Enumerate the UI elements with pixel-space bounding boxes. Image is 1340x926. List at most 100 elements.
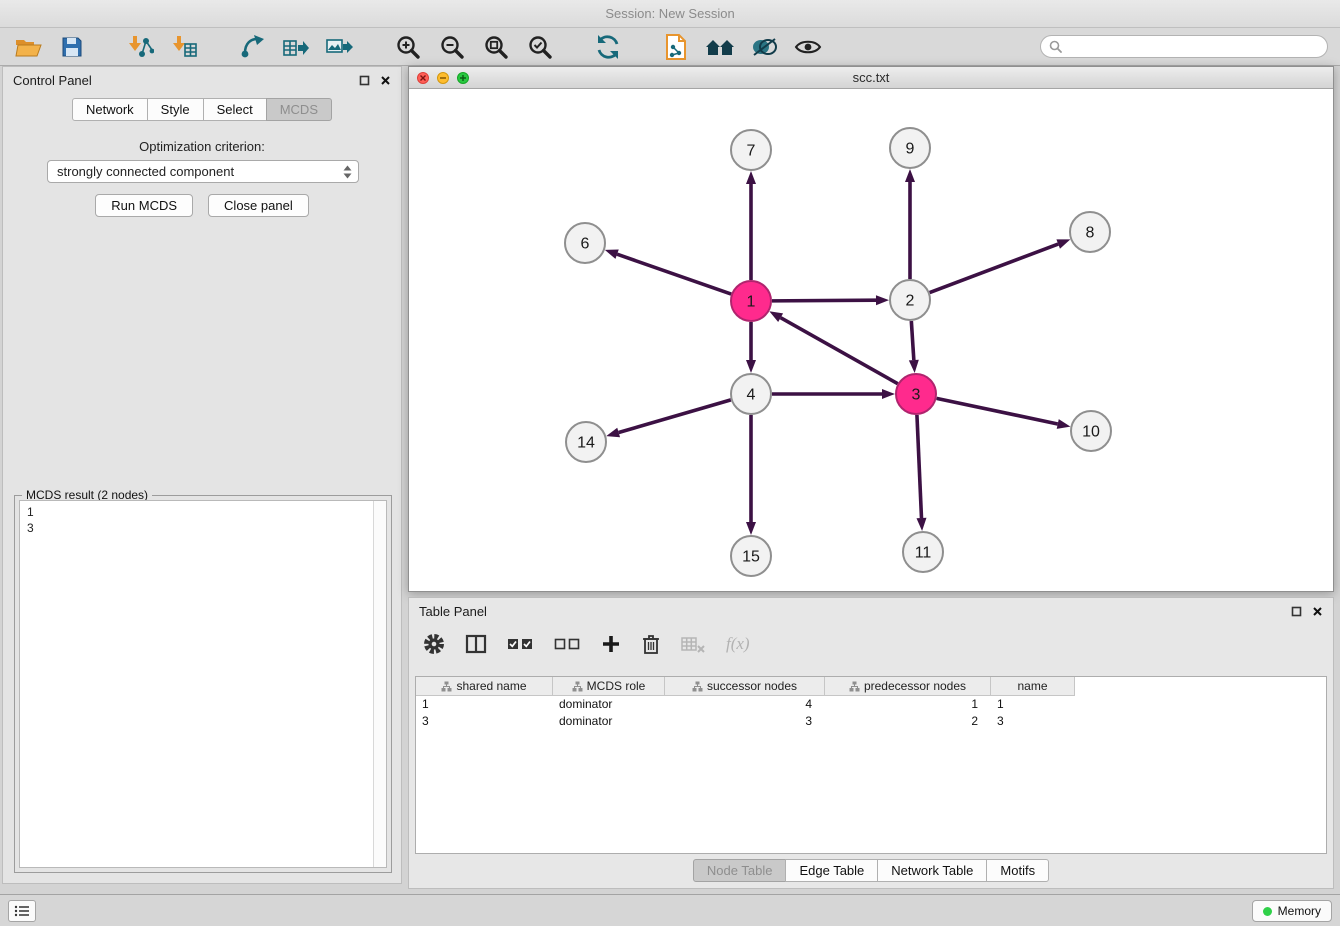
result-scrollbar[interactable] — [373, 501, 386, 867]
table-cell[interactable]: 3 — [991, 713, 1075, 730]
graph-node-3[interactable]: 3 — [896, 374, 936, 414]
show-hide-button[interactable] — [792, 31, 824, 63]
main-toolbar — [0, 28, 1340, 66]
graph-edge-4-14[interactable] — [606, 400, 731, 437]
run-mcds-button[interactable]: Run MCDS — [95, 194, 193, 217]
graph-node-9[interactable]: 9 — [890, 128, 930, 168]
graph-edge-2-9[interactable] — [905, 169, 915, 279]
float-icon — [359, 75, 370, 86]
optimization-select[interactable]: strongly connected component — [47, 160, 359, 183]
search-box[interactable] — [1040, 35, 1328, 58]
trash-icon — [641, 633, 661, 655]
apply-layout-button[interactable] — [592, 31, 624, 63]
column-header-predecessor-nodes[interactable]: predecessor nodes — [825, 677, 991, 696]
table-cell[interactable]: 1 — [416, 696, 553, 713]
close-panel-button[interactable] — [380, 75, 391, 86]
table-cell[interactable]: 2 — [825, 713, 991, 730]
tab-network[interactable]: Network — [72, 98, 148, 121]
tab-edge-table[interactable]: Edge Table — [785, 859, 878, 882]
table-cell[interactable]: 1 — [825, 696, 991, 713]
delete-table-icon — [681, 634, 706, 654]
table-cell[interactable]: dominator — [553, 713, 665, 730]
zoom-out-button[interactable] — [436, 31, 468, 63]
deselect-all-button[interactable] — [554, 635, 581, 653]
export-network-button[interactable] — [236, 31, 268, 63]
float-panel-button[interactable] — [359, 75, 370, 86]
graph-node-15[interactable]: 15 — [731, 536, 771, 576]
graph-node-7[interactable]: 7 — [731, 130, 771, 170]
graph-edge-4-3[interactable] — [772, 389, 895, 399]
open-session-button[interactable] — [12, 31, 44, 63]
mcds-result-list[interactable]: 13 — [19, 500, 387, 868]
select-all-button[interactable] — [507, 635, 534, 653]
export-image-icon — [326, 34, 354, 60]
column-header-name[interactable]: name — [991, 677, 1075, 696]
tab-network-table[interactable]: Network Table — [877, 859, 987, 882]
save-session-button[interactable] — [56, 31, 88, 63]
table-settings-button[interactable] — [423, 633, 445, 655]
zoom-fit-button[interactable] — [480, 31, 512, 63]
table-cell[interactable]: 3 — [416, 713, 553, 730]
network-canvas[interactable]: 7 9 6 8 1 2 4 3 14 10 15 11 — [409, 90, 1333, 591]
tab-node-table[interactable]: Node Table — [693, 859, 787, 882]
graph-edge-2-8[interactable] — [930, 239, 1071, 292]
graph-edge-3-10[interactable] — [937, 398, 1071, 429]
zoom-selected-button[interactable] — [524, 31, 556, 63]
network-file-button[interactable] — [660, 31, 692, 63]
minimize-window-button[interactable] — [437, 72, 449, 84]
table-row[interactable]: 1dominator411 — [416, 696, 1326, 713]
tab-select[interactable]: Select — [203, 98, 267, 121]
node-table: shared nameMCDS rolesuccessor nodesprede… — [415, 676, 1327, 854]
maximize-window-button[interactable] — [457, 72, 469, 84]
graph-edge-2-3[interactable] — [909, 321, 919, 373]
tab-mcds[interactable]: MCDS — [266, 98, 332, 121]
close-panel-button2[interactable]: Close panel — [208, 194, 309, 217]
table-cell[interactable]: 4 — [665, 696, 825, 713]
show-columns-button[interactable] — [465, 633, 487, 655]
graph-node-label: 14 — [577, 435, 595, 452]
table-cell[interactable]: 3 — [665, 713, 825, 730]
graph-node-4[interactable]: 4 — [731, 374, 771, 414]
export-table-button[interactable] — [280, 31, 312, 63]
graph-node-11[interactable]: 11 — [903, 532, 943, 572]
add-column-button[interactable] — [601, 634, 621, 654]
graph-node-14[interactable]: 14 — [566, 422, 606, 462]
graph-node-1[interactable]: 1 — [731, 281, 771, 321]
close-table-panel-button[interactable] — [1312, 606, 1323, 617]
close-window-button[interactable] — [417, 72, 429, 84]
column-header-successor-nodes[interactable]: successor nodes — [665, 677, 825, 696]
annotation-button[interactable] — [748, 31, 780, 63]
optimization-select-value: strongly connected component — [57, 164, 341, 179]
table-row[interactable]: 3dominator323 — [416, 713, 1326, 730]
task-history-button[interactable] — [8, 900, 36, 922]
home-networks-button[interactable] — [704, 31, 736, 63]
zoom-in-button[interactable] — [392, 31, 424, 63]
graph-edge-3-1[interactable] — [769, 311, 897, 383]
table-cell[interactable]: dominator — [553, 696, 665, 713]
import-table-button[interactable] — [168, 31, 200, 63]
graph-node-2[interactable]: 2 — [890, 280, 930, 320]
graph-edge-1-4[interactable] — [746, 322, 756, 373]
tab-style[interactable]: Style — [147, 98, 204, 121]
network-graph[interactable]: 7 9 6 8 1 2 4 3 14 10 15 11 — [409, 90, 1333, 591]
graph-edge-1-2[interactable] — [772, 295, 889, 305]
graph-edge-3-11[interactable] — [917, 415, 927, 531]
column-header-MCDS-role[interactable]: MCDS role — [553, 677, 665, 696]
tab-motifs[interactable]: Motifs — [986, 859, 1049, 882]
graph-node-10[interactable]: 10 — [1071, 411, 1111, 451]
graph-node-6[interactable]: 6 — [565, 223, 605, 263]
column-tree-icon — [572, 681, 583, 692]
import-network-button[interactable] — [124, 31, 156, 63]
delete-column-button[interactable] — [641, 633, 661, 655]
column-header-shared-name[interactable]: shared name — [416, 677, 553, 696]
graph-edge-4-15[interactable] — [746, 415, 756, 535]
search-input[interactable] — [1068, 40, 1319, 54]
memory-button[interactable]: Memory — [1252, 900, 1332, 922]
graph-node-8[interactable]: 8 — [1070, 212, 1110, 252]
list-icon — [14, 905, 30, 917]
graph-edge-1-6[interactable] — [605, 249, 731, 294]
graph-edge-1-7[interactable] — [746, 171, 756, 280]
export-image-button[interactable] — [324, 31, 356, 63]
table-cell[interactable]: 1 — [991, 696, 1075, 713]
float-table-panel-button[interactable] — [1291, 606, 1302, 617]
